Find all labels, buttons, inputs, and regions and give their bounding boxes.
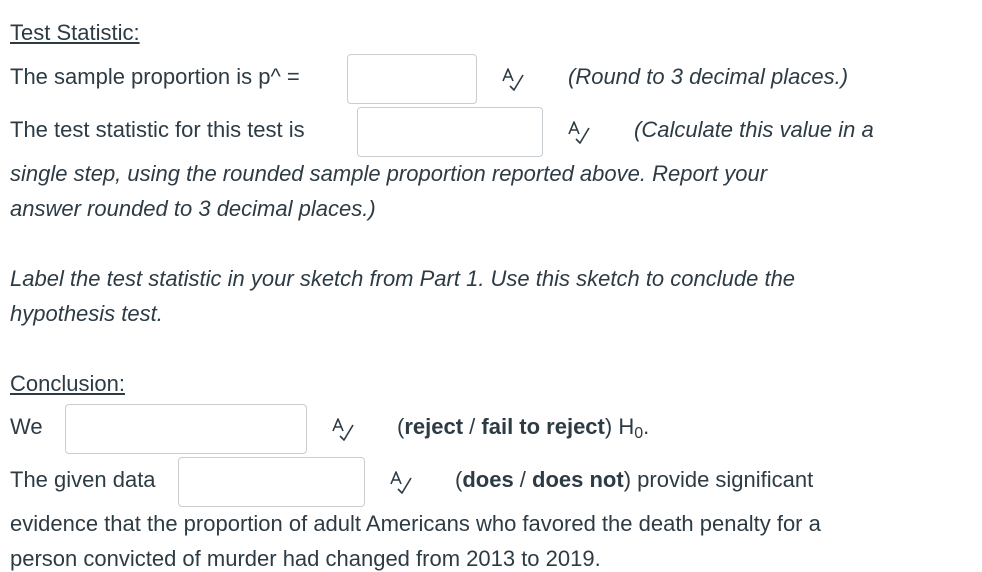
spell-check-icon[interactable] — [500, 66, 526, 92]
evidence-line-2: person convicted of murder had changed f… — [10, 546, 601, 571]
spell-check-icon[interactable] — [330, 416, 356, 442]
null-hypothesis-letter: H — [618, 414, 635, 439]
option-separator: / — [513, 467, 533, 492]
instruction-line-1: Label the test statistic in your sketch … — [10, 266, 796, 291]
does-options-tail: provide significant — [637, 467, 814, 492]
reject-decision-input[interactable] — [65, 404, 307, 454]
does-option: does — [462, 467, 514, 492]
does-not-option: does not — [532, 467, 624, 492]
we-label: We — [10, 414, 43, 439]
test-statistic-hint-2: single step, using the rounded sample pr… — [10, 161, 768, 186]
sample-proportion-input[interactable] — [347, 54, 477, 104]
null-hypothesis: H0 — [618, 414, 644, 442]
spell-check-icon[interactable] — [566, 119, 592, 145]
spell-check-icon[interactable] — [388, 469, 414, 495]
reject-options: (reject / fail to reject) H0. — [397, 414, 650, 442]
given-data-label: The given data — [10, 467, 156, 492]
does-options: (does / does not) provide significant — [455, 467, 814, 492]
does-decision-input[interactable] — [178, 457, 365, 507]
sample-proportion-hint: (Round to 3 decimal places.) — [568, 64, 849, 89]
test-statistic-hint-3: answer rounded to 3 decimal places.) — [10, 196, 376, 221]
evidence-line-1: evidence that the proportion of adult Am… — [10, 511, 821, 536]
sample-proportion-label: The sample proportion is p^ = — [10, 64, 300, 89]
option-separator: / — [463, 414, 482, 439]
test-statistic-heading: Test Statistic: — [10, 20, 140, 45]
test-statistic-hint-1: (Calculate this value in a — [634, 117, 874, 142]
fail-to-reject-option: fail to reject — [481, 414, 605, 439]
instruction-line-2: hypothesis test. — [10, 301, 163, 326]
reject-option: reject — [404, 414, 464, 439]
test-statistic-input[interactable] — [357, 107, 543, 157]
conclusion-heading: Conclusion: — [10, 371, 125, 396]
null-hypothesis-subscript: 0 — [634, 425, 644, 442]
test-statistic-label: The test statistic for this test is — [10, 117, 305, 142]
